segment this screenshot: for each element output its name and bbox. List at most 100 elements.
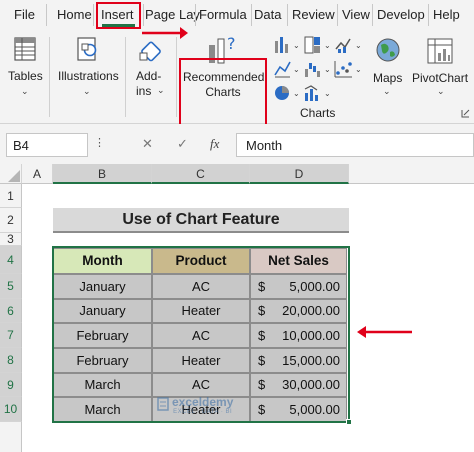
row-header-8[interactable]: 8 — [0, 348, 22, 373]
currency-symbol: $ — [258, 328, 266, 343]
row-header-1[interactable]: 1 — [0, 184, 22, 208]
currency-symbol: $ — [258, 279, 266, 294]
combo-chart-button[interactable]: ⌄ — [303, 83, 333, 103]
line-chart-icon: ⌄ — [274, 61, 300, 78]
header-product[interactable]: Product — [152, 248, 250, 274]
tab-home[interactable]: Home — [57, 7, 92, 22]
column-header-b[interactable]: B — [53, 164, 152, 184]
pie-chart-button[interactable]: ⌄ — [273, 83, 303, 103]
maps-button[interactable]: Maps ⌄ — [369, 33, 407, 113]
cell-month[interactable]: February — [53, 323, 152, 348]
line-chart-button[interactable]: ⌄ — [273, 59, 303, 79]
scatter-chart-button[interactable]: ⌄ — [334, 59, 364, 79]
fill-handle[interactable] — [346, 419, 352, 425]
menu-divider — [428, 4, 429, 26]
svg-text:⌄: ⌄ — [355, 41, 362, 50]
svg-text:⌄: ⌄ — [324, 65, 331, 74]
column-header-c[interactable]: C — [152, 164, 250, 184]
cell-net-sales[interactable]: $15,000.00 — [250, 348, 347, 373]
row-header-5[interactable]: 5 — [0, 274, 22, 299]
cell-month[interactable]: January — [53, 299, 152, 323]
tab-formulas[interactable]: Formula — [199, 7, 247, 22]
menu-divider — [251, 4, 252, 26]
name-box-chevron-icon[interactable]: ⋮ — [94, 136, 105, 149]
row-header-blank — [0, 422, 22, 452]
cell-month[interactable]: March — [53, 397, 152, 422]
tab-developer[interactable]: Develop — [377, 7, 425, 22]
name-box-value: B4 — [13, 138, 29, 153]
tab-page-layout[interactable]: Page Lay — [145, 7, 200, 22]
pie-chart-icon: ⌄ — [275, 86, 300, 100]
cell-product[interactable]: AC — [152, 373, 250, 397]
cell-net-sales[interactable]: $20,000.00 — [250, 299, 347, 323]
addins-label-line1: Add- — [136, 69, 162, 83]
chevron-down-icon: ⌄ — [21, 86, 29, 96]
worksheet-grid: A B C D 1 2 3 4 5 6 7 8 9 10 Use of Char… — [0, 164, 474, 452]
cell-product[interactable]: Heater — [152, 348, 250, 373]
table-icon — [14, 37, 36, 61]
chevron-down-icon: ⌄ — [383, 86, 391, 96]
sheet-title-text: Use of Chart Feature — [122, 211, 280, 228]
bar-chart-button[interactable]: ⌄ — [303, 59, 333, 79]
column-header-a[interactable]: A — [22, 164, 53, 184]
insert-function-icon[interactable]: fx — [210, 136, 219, 152]
cell-net-sales[interactable]: $10,000.00 — [250, 323, 347, 348]
svg-text:⌄: ⌄ — [293, 65, 300, 74]
row-header-4[interactable]: 4 — [0, 246, 22, 274]
cell-net-sales[interactable]: $5,000.00 — [250, 274, 347, 299]
illustrations-button[interactable]: Illustrations ⌄ — [52, 33, 122, 113]
header-net-sales[interactable]: Net Sales — [250, 248, 347, 274]
sales-amount: 5,000.00 — [289, 402, 340, 417]
svg-text:⌄: ⌄ — [293, 89, 300, 98]
chevron-down-icon: ⌄ — [157, 85, 165, 95]
pivotchart-label: PivotChart — [412, 71, 469, 85]
currency-symbol: $ — [258, 377, 266, 392]
ribbon-divider — [49, 37, 50, 117]
column-chart-button[interactable]: ⌄ — [273, 35, 303, 55]
row-header-6[interactable]: 6 — [0, 299, 22, 323]
formula-input[interactable]: Month — [236, 133, 474, 157]
dialog-launcher-icon[interactable] — [461, 109, 470, 118]
column-header-d[interactable]: D — [250, 164, 349, 184]
cell-net-sales[interactable]: $5,000.00 — [250, 397, 347, 422]
addins-button[interactable]: Add- ins ⌄ — [128, 33, 173, 113]
row-header-7[interactable]: 7 — [0, 323, 22, 348]
cell-month[interactable]: March — [53, 373, 152, 397]
pivotchart-icon — [427, 38, 453, 64]
tab-data[interactable]: Data — [254, 7, 281, 22]
name-box[interactable]: B4 — [6, 133, 88, 157]
column-chart-icon: ⌄ — [275, 37, 300, 53]
pivotchart-button[interactable]: PivotChart ⌄ — [410, 33, 472, 113]
sales-amount: 30,000.00 — [282, 377, 340, 392]
exceldemy-watermark: exceldemy EXCEL · DATA · BI — [157, 395, 233, 415]
sheet-title: Use of Chart Feature — [53, 208, 349, 233]
menu-divider — [372, 4, 373, 26]
select-all-triangle-icon — [8, 170, 20, 182]
cell-product[interactable]: AC — [152, 323, 250, 348]
enter-icon[interactable]: ✓ — [177, 136, 188, 152]
cell-month[interactable]: January — [53, 274, 152, 299]
column-header-blank — [349, 164, 474, 184]
cancel-icon[interactable]: ✕ — [142, 136, 153, 152]
tab-review[interactable]: Review — [292, 7, 335, 22]
cell-net-sales[interactable]: $30,000.00 — [250, 373, 347, 397]
row-header-10[interactable]: 10 — [0, 397, 22, 422]
row-header-9[interactable]: 9 — [0, 373, 22, 397]
illustrations-icon — [77, 37, 97, 61]
annotation-arrow-icon — [357, 326, 412, 338]
waterfall-chart-icon: ⌄ — [305, 63, 331, 77]
cell-product[interactable]: AC — [152, 274, 250, 299]
header-month[interactable]: Month — [53, 248, 152, 274]
addins-label-line2: ins — [136, 84, 152, 98]
tab-help[interactable]: Help — [433, 7, 460, 22]
row-header-2[interactable]: 2 — [0, 208, 22, 233]
sales-amount: 5,000.00 — [289, 279, 340, 294]
cell-product[interactable]: Heater — [152, 299, 250, 323]
tab-file[interactable]: File — [14, 7, 35, 22]
tab-view[interactable]: View — [342, 7, 370, 22]
cell-month[interactable]: February — [53, 348, 152, 373]
tables-button[interactable]: Tables ⌄ — [2, 33, 48, 113]
row-header-3[interactable]: 3 — [0, 233, 22, 246]
hierarchy-chart-button[interactable]: ⌄ — [303, 35, 333, 55]
statistic-chart-button[interactable]: ⌄ — [334, 35, 364, 55]
